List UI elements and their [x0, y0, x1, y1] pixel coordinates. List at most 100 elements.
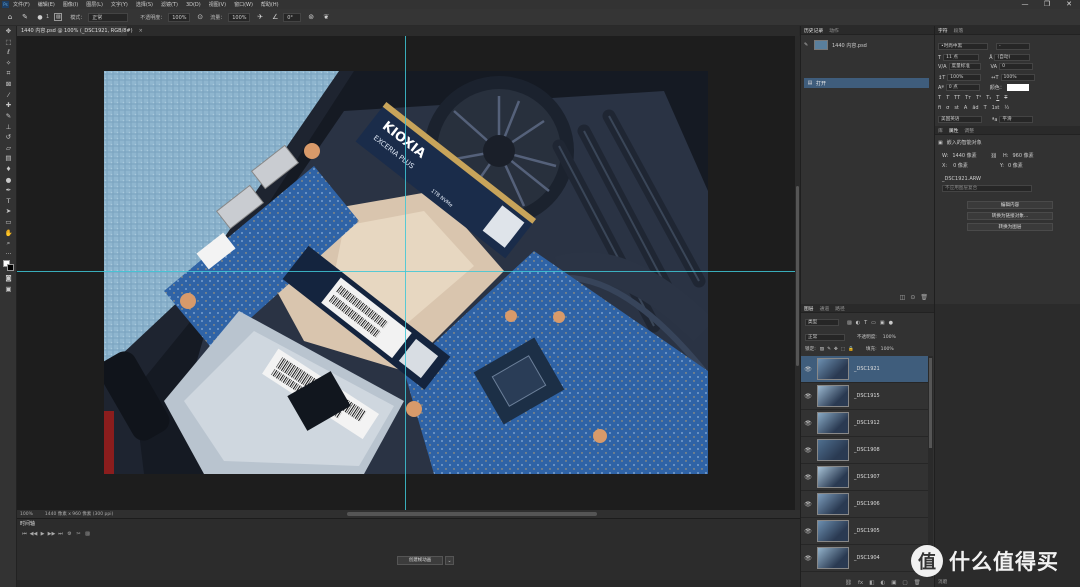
tab-history[interactable]: 历史记录: [801, 27, 826, 34]
document-tab[interactable]: 1440 内容.psd @ 100% (_DSC1921, RGB/8#) ×: [17, 26, 143, 36]
layer-row[interactable]: 👁 _DSC1904: [801, 545, 928, 572]
height-value[interactable]: 960 像素: [1012, 152, 1033, 159]
subscript-button[interactable]: T₁: [986, 95, 991, 101]
edit-contents-button[interactable]: 编辑内容: [967, 201, 1053, 209]
history-snapshot[interactable]: ✎ 1440 内容.psd: [804, 40, 867, 50]
visibility-eye-icon[interactable]: 👁: [801, 555, 815, 562]
rectangle-tool-icon[interactable]: ▭: [0, 217, 17, 228]
play-icon[interactable]: ▶: [38, 531, 47, 537]
move-tool-icon[interactable]: ✥: [0, 26, 17, 37]
visibility-eye-icon[interactable]: 👁: [801, 501, 815, 508]
text-color-swatch[interactable]: [1006, 84, 1029, 91]
color-swatches-icon[interactable]: [0, 259, 17, 273]
layer-row[interactable]: 👁 _DSC1921: [801, 356, 928, 383]
delete-layer-icon[interactable]: 🗑: [914, 580, 921, 586]
layer-filter-select[interactable]: 类型: [805, 319, 839, 326]
pixel-filter-icon[interactable]: ▨: [847, 320, 852, 326]
tab-layers[interactable]: 图层: [801, 305, 817, 312]
visibility-eye-icon[interactable]: 👁: [801, 420, 815, 427]
menu-filter[interactable]: 滤镜(T): [157, 1, 182, 8]
menu-select[interactable]: 选择(S): [132, 1, 157, 8]
tab-channels[interactable]: 通道: [817, 305, 833, 312]
home-icon[interactable]: ⌂: [5, 12, 15, 22]
healing-brush-tool-icon[interactable]: ✚: [0, 100, 17, 111]
old-style-button[interactable]: σ: [946, 105, 949, 111]
y-value[interactable]: 0 像素: [1008, 162, 1023, 169]
font-family-select[interactable]: •时尚中黑: [938, 43, 988, 50]
ligatures-button[interactable]: fi: [938, 105, 941, 111]
new-document-from-state-icon[interactable]: ◫: [900, 294, 906, 301]
layer-row[interactable]: 👁 _DSC1906: [801, 491, 928, 518]
hand-tool-icon[interactable]: ✋: [0, 227, 17, 238]
tab-paths[interactable]: 路径: [832, 305, 848, 312]
strikethrough-button[interactable]: T: [1004, 95, 1007, 101]
document-info[interactable]: 1440 像素 x 960 像素 (300 ppi): [45, 511, 113, 517]
document-canvas-photo[interactable]: KIOXIA EXCERIA PLUS 1TB NVMe: [104, 71, 708, 474]
path-selection-tool-icon[interactable]: ➤: [0, 206, 17, 217]
more-tools-icon[interactable]: ···: [0, 248, 17, 259]
menu-file[interactable]: 文件(F): [9, 1, 34, 8]
width-value[interactable]: 1440 像素: [952, 152, 976, 159]
layer-row[interactable]: 👁 _DSC1905: [801, 518, 928, 545]
superscript-button[interactable]: T¹: [976, 95, 981, 101]
dodge-tool-icon[interactable]: ●: [0, 174, 17, 185]
layer-row[interactable]: 👁 _DSC1915: [801, 383, 928, 410]
pen-tool-icon[interactable]: ✒: [0, 185, 17, 196]
flow-input[interactable]: 100%: [228, 12, 251, 22]
brush-tool-icon-side[interactable]: ✎: [0, 111, 17, 122]
menu-layer[interactable]: 图层(L): [82, 1, 107, 8]
timeline-title[interactable]: 时间轴: [20, 520, 35, 527]
blend-mode-select[interactable]: 正常: [805, 334, 845, 341]
trash-icon[interactable]: 🗑: [920, 294, 928, 301]
zoom-tool-icon[interactable]: ⌕: [0, 238, 17, 249]
faux-italic-button[interactable]: T: [946, 95, 949, 101]
small-caps-button[interactable]: Tт: [965, 95, 971, 101]
lock-all-icon[interactable]: 🔒: [848, 347, 854, 352]
visibility-eye-icon[interactable]: 👁: [801, 366, 815, 373]
screen-mode-icon[interactable]: ▣: [0, 284, 17, 295]
close-tab-icon[interactable]: ×: [139, 28, 143, 34]
vertical-scale-input[interactable]: 100%: [947, 74, 982, 81]
font-size-input[interactable]: 11 点: [943, 54, 980, 61]
magic-wand-tool-icon[interactable]: ✧: [0, 58, 17, 69]
layer-row[interactable]: 👁 _DSC1912: [801, 410, 928, 437]
tab-adjustments[interactable]: 调整: [961, 127, 977, 134]
blur-tool-icon[interactable]: ♦: [0, 164, 17, 175]
create-frame-animation-button[interactable]: 创建帧动画: [397, 556, 443, 565]
visibility-eye-icon[interactable]: 👁: [801, 474, 815, 481]
layer-row[interactable]: 👁 _DSC1907: [801, 464, 928, 491]
brush-panel-icon[interactable]: ▨: [54, 13, 63, 21]
titling-button[interactable]: T: [984, 105, 987, 111]
kerning-input[interactable]: 度量标准: [948, 63, 981, 70]
x-value[interactable]: 0 像素: [953, 162, 968, 169]
opacity-input[interactable]: 100%: [168, 12, 191, 22]
chevron-down-icon[interactable]: ⌄: [445, 556, 454, 565]
tracking-input[interactable]: 0: [999, 63, 1034, 70]
scrollbar-thumb[interactable]: [929, 358, 932, 448]
font-style-select[interactable]: -: [996, 43, 1030, 50]
eyedropper-tool-icon[interactable]: ⁄: [0, 90, 17, 101]
zoom-level[interactable]: 100%: [20, 512, 33, 517]
link-layers-icon[interactable]: ⛓: [845, 580, 852, 586]
symmetry-icon[interactable]: ❦: [321, 12, 331, 22]
vertical-guide[interactable]: [405, 36, 406, 510]
antialias-select[interactable]: 平滑: [999, 116, 1034, 123]
previous-frame-icon[interactable]: ◀◀: [29, 531, 38, 537]
tab-paragraph[interactable]: 段落: [951, 27, 967, 34]
angle-input[interactable]: 0°: [283, 12, 302, 22]
visibility-eye-icon[interactable]: 👁: [801, 393, 815, 400]
layer-row[interactable]: 👁 _DSC1908: [801, 437, 928, 464]
adjustment-filter-icon[interactable]: ◐: [856, 320, 860, 326]
quick-mask-icon[interactable]: ◙: [0, 273, 17, 284]
type-tool-icon[interactable]: T: [0, 196, 17, 207]
lock-artboard-icon[interactable]: ⬚: [841, 347, 845, 352]
add-mask-icon[interactable]: ◧: [869, 580, 874, 586]
brush-tool-icon[interactable]: ✎: [20, 12, 30, 22]
split-icon[interactable]: ✂: [74, 531, 83, 537]
canvas-horizontal-scrollbar[interactable]: [347, 512, 597, 516]
tab-properties[interactable]: 属性: [946, 127, 962, 134]
smart-object-filter-icon[interactable]: ▣: [880, 320, 885, 326]
layer-comp-select[interactable]: 不应用图层复合: [942, 185, 1032, 192]
lock-image-icon[interactable]: ✎: [827, 347, 831, 352]
menu-view[interactable]: 视图(V): [205, 1, 230, 8]
